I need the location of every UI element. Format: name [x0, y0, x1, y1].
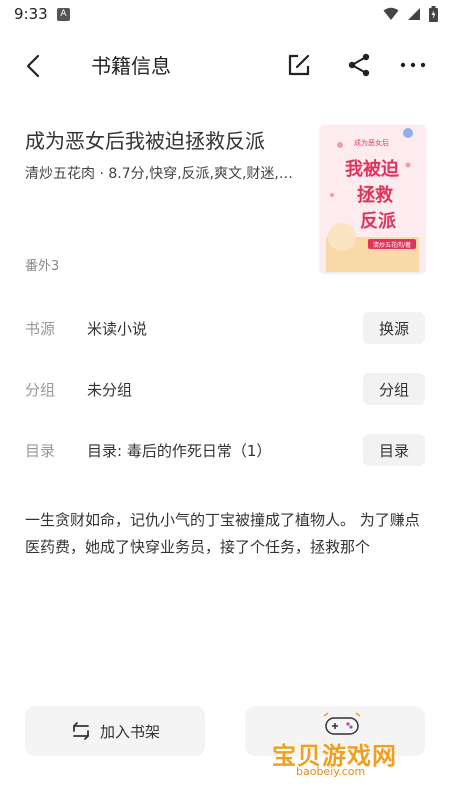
group-value: 未分组 — [87, 381, 133, 399]
group-button[interactable]: 分组 — [363, 373, 425, 405]
source-label: 书源 — [25, 320, 56, 338]
group-row: 分组 未分组 分组 — [25, 373, 425, 405]
book-meta: 清炒五花肉 · 8.7分,快穿,反派,爽文,财迷,科… — [25, 166, 305, 182]
status-icons — [383, 6, 438, 22]
battery-icon — [429, 6, 438, 22]
book-extra: 番外3 — [25, 259, 60, 274]
add-to-shelf-label: 加入书架 — [99, 722, 160, 741]
gamepad-icon — [323, 712, 361, 735]
change-source-button[interactable]: 换源 — [363, 312, 425, 344]
signal-icon — [408, 8, 420, 20]
shelf-icon — [73, 722, 89, 740]
wifi-icon — [383, 7, 399, 20]
book-title: 成为恶女后我被迫拯救反派 — [25, 129, 265, 153]
source-value: 米读小说 — [87, 320, 148, 338]
watermark-url: baobeiy.com — [296, 765, 366, 778]
toc-button[interactable]: 目录 — [363, 434, 425, 466]
status-time: 9:33 — [14, 5, 48, 23]
site-watermark: 宝贝游戏网 baobeiy.com — [272, 712, 422, 782]
back-icon[interactable] — [20, 52, 48, 80]
status-bar: 9:33 A — [0, 0, 450, 30]
toc-value: 目录: 毒后的作死日常（1） — [87, 442, 272, 460]
book-description: 一生贪财如命，记仇小气的丁宝被撞成了植物人。 为了赚点医药费，她成了快穿业务员，… — [25, 511, 420, 556]
source-row: 书源 米读小说 换源 — [25, 312, 425, 344]
notification-icon: A — [57, 8, 70, 21]
cover-title-line3: 反派 — [360, 211, 397, 232]
cover-author: 清炒五花肉/著 — [373, 241, 411, 249]
cover-art: 成为恶女后 我被迫 拯救 反派 清炒五花肉/著 — [320, 125, 425, 272]
cover-title-line1: 我被迫 — [345, 158, 400, 180]
cover-title-line2: 拯救 — [357, 184, 393, 206]
page-title: 书籍信息 — [91, 54, 171, 78]
cover-subtitle: 成为恶女后 — [354, 138, 389, 147]
toc-label: 目录 — [25, 442, 56, 460]
app-bar: 书籍信息 — [0, 38, 450, 94]
share-icon[interactable] — [346, 52, 372, 78]
more-icon[interactable] — [398, 52, 428, 78]
book-cover[interactable]: 成为恶女后 我被迫 拯救 反派 清炒五花肉/著 — [320, 125, 425, 272]
group-label: 分组 — [25, 381, 56, 399]
toc-row: 目录 目录: 毒后的作死日常（1） 目录 — [25, 434, 425, 466]
edit-icon[interactable] — [286, 52, 312, 78]
add-to-shelf-button[interactable]: 加入书架 — [25, 706, 205, 756]
